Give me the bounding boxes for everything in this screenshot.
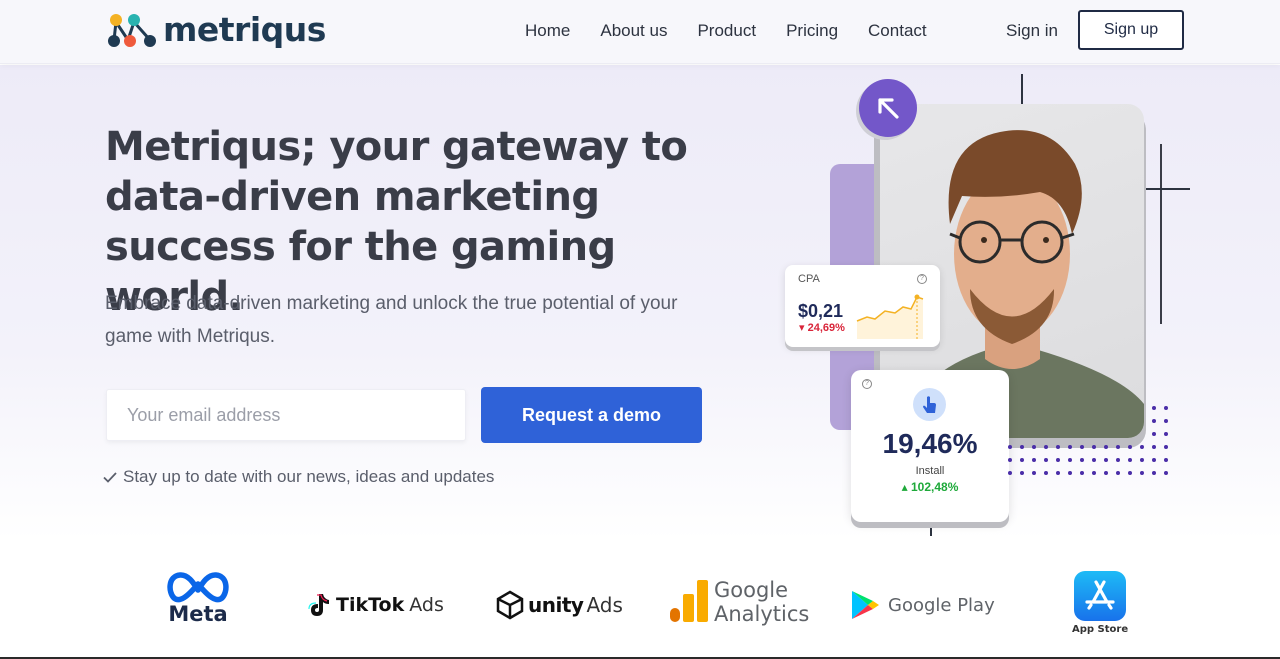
analytics-bars-icon	[670, 580, 708, 622]
brand-name: metriqus	[163, 10, 326, 49]
email-input[interactable]	[106, 389, 466, 441]
app-store-label: App Store	[1072, 624, 1129, 635]
sign-up-button[interactable]: Sign up	[1078, 10, 1184, 50]
decor-dot-grid	[1008, 406, 1168, 475]
cpa-value: $0,21	[798, 301, 844, 321]
nav-about-us[interactable]: About us	[600, 20, 667, 42]
check-icon	[103, 472, 117, 483]
site-header: metriqus Home About us Product Pricing C…	[0, 0, 1280, 64]
newsletter-note: Stay up to date with our news, ideas and…	[102, 466, 494, 488]
request-demo-button[interactable]: Request a demo	[481, 387, 702, 443]
question-icon: ?	[862, 379, 872, 389]
app-store-logo: App Store	[1072, 571, 1128, 635]
app-store-a-icon	[1085, 580, 1115, 610]
cpa-sparkline	[856, 294, 924, 339]
cpa-stat-card: CPA ? $0,21 ▾ 24,69%	[785, 265, 940, 347]
tiktok-note-icon	[308, 594, 329, 616]
tiktok-ads-suffix: Ads	[409, 594, 444, 616]
decor-line	[1160, 144, 1162, 324]
install-label: Install	[915, 465, 945, 477]
google-play-icon	[852, 591, 879, 619]
brand-logo[interactable]: metriqus	[106, 12, 326, 48]
google-play-logo: Google Play	[850, 589, 995, 621]
tap-hand-icon	[923, 396, 936, 413]
arrow-badge	[859, 79, 917, 137]
unity-label: unity	[528, 593, 584, 617]
app-store-icon	[1074, 571, 1127, 621]
unity-ads-logo: unity Ads	[495, 590, 623, 620]
nav-product[interactable]: Product	[697, 20, 756, 42]
partner-logos: Meta TikTok Ads unity Ads Google Analyti…	[0, 540, 1280, 658]
cpa-change: ▾ 24,69%	[799, 322, 845, 334]
logo-molecule-icon	[108, 14, 156, 47]
tiktok-label: TikTok	[336, 594, 405, 616]
main-nav: Home About us Product Pricing Contact	[525, 20, 957, 42]
google-analytics-text: Google Analytics	[714, 578, 809, 626]
decor-line	[1021, 74, 1023, 104]
cpa-change-value: 24,69%	[807, 322, 845, 334]
tap-icon	[913, 388, 946, 421]
install-change: ▴ 102,48%	[901, 480, 959, 494]
install-stat-card: ? 19,46% Install ▴ 102,48%	[851, 370, 1009, 522]
nav-home[interactable]: Home	[525, 20, 570, 42]
google-play-label: Google Play	[888, 594, 995, 616]
unity-ads-suffix: Ads	[586, 593, 623, 617]
nav-pricing[interactable]: Pricing	[786, 20, 838, 42]
sign-in-link[interactable]: Sign in	[1006, 20, 1058, 42]
install-change-value: 102,48%	[910, 480, 959, 494]
meta-logo: Meta	[166, 570, 230, 625]
install-value: 19,46%	[882, 428, 978, 459]
tiktok-ads-logo: TikTok Ads	[308, 592, 444, 618]
unity-cube-icon	[496, 590, 524, 620]
google-analytics-line1: Google	[714, 578, 789, 602]
hero-subtitle: Embrace data-driven marketing and unlock…	[105, 293, 678, 347]
newsletter-text: Stay up to date with our news, ideas and…	[123, 467, 495, 486]
meta-label: Meta	[168, 602, 228, 626]
nav-contact[interactable]: Contact	[868, 20, 927, 42]
meta-infinity-icon	[167, 572, 229, 603]
arrow-up-left-icon	[878, 98, 899, 119]
google-analytics-logo: Google Analytics	[670, 578, 809, 626]
decor-line	[1140, 188, 1190, 190]
google-analytics-line2: Analytics	[714, 602, 810, 626]
question-icon: ?	[917, 274, 927, 284]
cpa-label: CPA	[798, 273, 820, 285]
